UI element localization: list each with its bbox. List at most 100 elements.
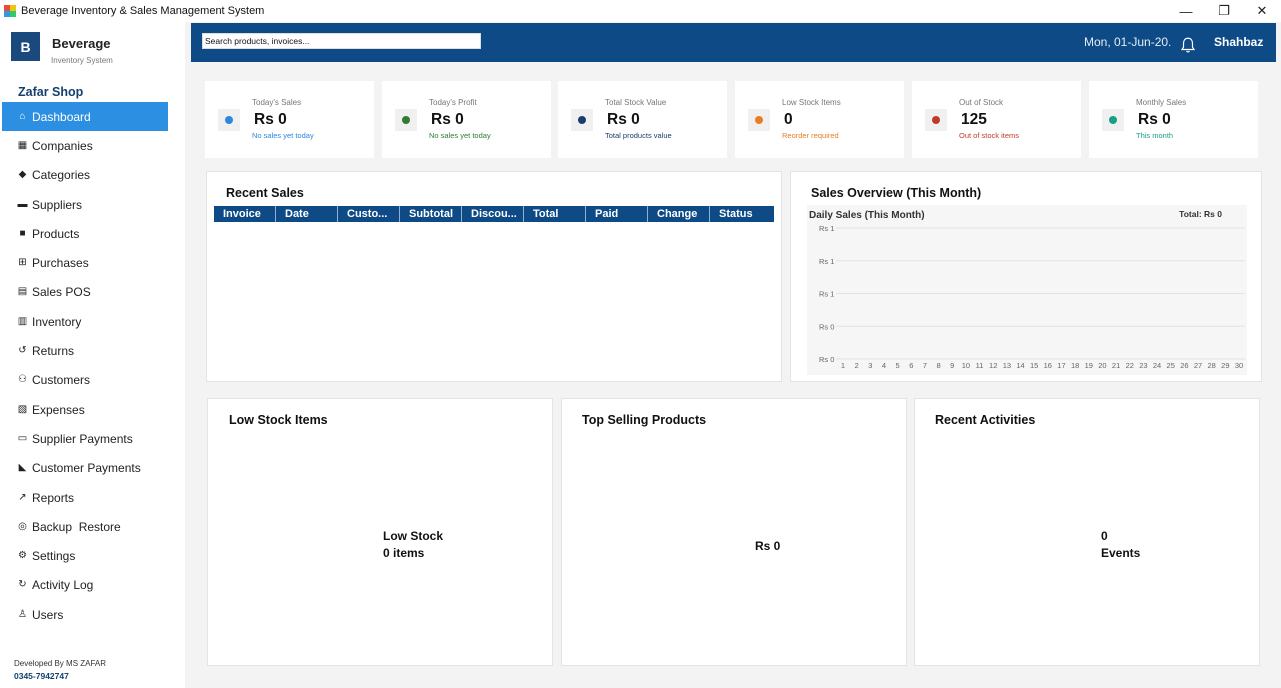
current-user[interactable]: Shahbaz [1214, 35, 1263, 49]
sidebar-item-label: Customers [32, 373, 91, 388]
status-dot-icon [578, 116, 586, 124]
x-tick-label: 14 [1016, 361, 1024, 370]
x-tick-label: 22 [1126, 361, 1134, 370]
daily-sales-chart: Daily Sales (This Month) Total: Rs 0 Rs 1 R… [807, 205, 1247, 375]
sidebar-item-categories[interactable]: ◆ Categories [2, 161, 168, 190]
sidebar-item-label: Returns [32, 344, 75, 359]
sidebar-item-sales-pos[interactable]: ▤ Sales POS [2, 278, 168, 307]
recent-activities-title: Recent Activities [935, 413, 1036, 427]
stat-value: Rs 0 [254, 111, 287, 128]
hand-money-icon: ◣ [18, 462, 27, 474]
column-header-custo[interactable]: Custo... [338, 206, 400, 222]
chart-title: Daily Sales (This Month) [809, 210, 925, 221]
sidebar-item-label: Purchases [32, 256, 89, 271]
stat-card-monthly-sales: Monthly Sales Rs 0 This month [1089, 81, 1258, 158]
y-tick-label: Rs 1 [819, 290, 834, 299]
sidebar-item-label: Sales POS [32, 285, 91, 300]
low-stock-summary: Low Stock 0 items [383, 529, 443, 560]
low-stock-panel: Low Stock Items Low Stock 0 items [207, 398, 553, 666]
sidebar-item-label: Companies [32, 138, 93, 153]
x-tick-label: 26 [1180, 361, 1188, 370]
stat-icon-box [1102, 109, 1124, 131]
sidebar-item-label: Dashboard [32, 109, 91, 124]
sidebar-item-activity-log[interactable]: ↻ Activity Log [2, 571, 168, 600]
sidebar-item-suppliers[interactable]: ▬ Suppliers [2, 190, 168, 219]
bell-icon[interactable] [1179, 36, 1197, 54]
stat-card-today-s-sales: Today's Sales Rs 0 No sales yet today [205, 81, 374, 158]
sidebar-item-inventory[interactable]: ▥ Inventory [2, 307, 168, 336]
stat-icon-box [748, 109, 770, 131]
x-tick-label: 1 [841, 361, 845, 370]
recent-sales-panel: Recent Sales Invoice Date Custo... Subtotal… [206, 171, 782, 382]
stat-label: Today's Sales [252, 98, 302, 107]
truck-icon: ▬ [17, 198, 28, 210]
x-tick-label: 11 [976, 361, 984, 370]
sidebar-item-expenses[interactable]: ▧ Expenses [2, 395, 168, 424]
daily-sales-chart-svg: Daily Sales (This Month) Total: Rs 0 Rs 1 R… [809, 209, 1245, 370]
x-tick-label: 20 [1098, 361, 1106, 370]
sidebar-item-returns[interactable]: ↺ Returns [2, 336, 168, 365]
sidebar-item-customer-payments[interactable]: ◣ Customer Payments [2, 454, 168, 483]
x-tick-label: 4 [882, 361, 886, 370]
x-tick-label: 21 [1112, 361, 1120, 370]
sidebar-item-dashboard[interactable]: ⌂ Dashboard [2, 102, 168, 132]
sidebar-item-users[interactable]: ♙ Users [2, 600, 168, 629]
column-header-status[interactable]: Status [710, 206, 774, 222]
restore-button[interactable]: ❐ [1205, 0, 1243, 22]
gear-icon: ⚙ [18, 550, 27, 562]
search-input[interactable] [202, 33, 481, 49]
stat-value: 0 [784, 111, 793, 128]
x-tick-label: 2 [855, 361, 859, 370]
stat-card-today-s-profit: Today's Profit Rs 0 No sales yet today [382, 81, 551, 158]
activities-count: 0 [1101, 529, 1108, 543]
x-tick-label: 18 [1071, 361, 1079, 370]
sidebar-item-reports[interactable]: ↗ Reports [2, 483, 168, 512]
stat-value: 125 [961, 111, 987, 128]
sidebar-item-purchases[interactable]: ⊞ Purchases [2, 248, 168, 277]
y-tick-label: Rs 0 [819, 322, 834, 331]
receipt-icon: ▧ [17, 403, 28, 415]
sales-overview-panel: Sales Overview (This Month) Daily Sales … [790, 171, 1262, 382]
line-chart-icon: ↗ [18, 491, 27, 503]
developer-phone: 0345-7942747 [14, 671, 69, 681]
sidebar-item-supplier-payments[interactable]: ▭ Supplier Payments [2, 424, 168, 453]
x-tick-label: 7 [923, 361, 927, 370]
column-header-invoice[interactable]: Invoice [214, 206, 276, 222]
column-header-date[interactable]: Date [276, 206, 338, 222]
current-date: Mon, 01-Jun-20. [1084, 35, 1172, 49]
stat-icon-box [571, 109, 593, 131]
x-tick-label: 15 [1030, 361, 1038, 370]
x-tick-label: 30 [1235, 361, 1243, 370]
tag-icon: ◆ [18, 169, 27, 181]
stat-card-low-stock-items: Low Stock Items 0 Reorder required [735, 81, 904, 158]
column-header-subtotal[interactable]: Subtotal [400, 206, 462, 222]
column-header-discou[interactable]: Discou... [462, 206, 524, 222]
sidebar-item-label: Inventory [32, 314, 82, 329]
sidebar-item-products[interactable]: ■ Products [2, 219, 168, 248]
history-icon: ↻ [18, 579, 27, 591]
column-header-paid[interactable]: Paid [586, 206, 648, 222]
logo: B [11, 32, 40, 61]
minimize-button[interactable]: — [1167, 0, 1205, 22]
sidebar-item-customers[interactable]: ⚇ Customers [2, 366, 168, 395]
x-tick-label: 24 [1153, 361, 1161, 370]
sidebar-item-label: Activity Log [32, 578, 94, 593]
stat-card-out-of-stock: Out of Stock 125 Out of stock items [912, 81, 1081, 158]
sidebar-item-companies[interactable]: ▦ Companies [2, 131, 168, 160]
column-header-change[interactable]: Change [648, 206, 710, 222]
status-dot-icon [1109, 116, 1117, 124]
brand-name: Beverage [52, 36, 111, 51]
activities-label: Events [1101, 546, 1141, 560]
x-tick-label: 5 [896, 361, 900, 370]
brand-subtitle: Inventory System [51, 56, 113, 65]
sidebar: B Beverage Inventory System Zafar Shop ⌂… [0, 22, 185, 688]
column-header-total[interactable]: Total [524, 206, 586, 222]
sidebar-item-backup-restore[interactable]: ◎ Backup Restore [2, 512, 168, 541]
stat-icon-box [925, 109, 947, 131]
close-button[interactable]: ✕ [1243, 0, 1281, 22]
x-tick-label: 27 [1194, 361, 1202, 370]
low-stock-count: 0 items [383, 546, 425, 560]
sidebar-item-settings[interactable]: ⚙ Settings [2, 541, 168, 570]
stat-icon-box [395, 109, 417, 131]
stat-card-total-stock-value: Total Stock Value Rs 0 Total products valu… [558, 81, 727, 158]
